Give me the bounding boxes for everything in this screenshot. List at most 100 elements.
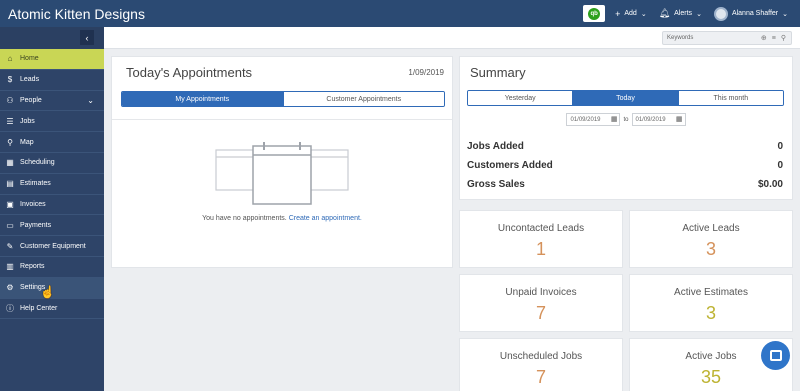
sidebar-item-people[interactable]: ⚇ People ⌄: [0, 91, 104, 112]
sidebar-item-home[interactable]: ⌂ Home: [0, 49, 104, 70]
date-from-field[interactable]: 01/09/2019 ▦: [566, 113, 621, 126]
people-icon: ⚇: [6, 95, 14, 105]
sidebar-item-label: People: [20, 96, 42, 104]
home-icon: ⌂: [7, 54, 13, 64]
calendar-icon: ▦: [6, 158, 14, 168]
stat-value: 1: [535, 239, 546, 259]
add-circle-icon[interactable]: ⊕: [761, 34, 767, 42]
create-appointment-link[interactable]: Create an appointment.: [289, 215, 362, 222]
search-input[interactable]: Keywords: [667, 35, 761, 41]
hand-cursor-icon: ☝: [40, 284, 55, 299]
quickbooks-button[interactable]: qb: [583, 5, 606, 22]
appointments-tabs: My Appointments Customer Appointments: [121, 91, 445, 107]
secondary-toolbar: Keywords ⊕ ≡ ⚲: [104, 27, 800, 49]
stat-label: Unpaid Invoices: [505, 287, 577, 298]
stat-value: 7: [535, 367, 546, 387]
empty-calendar-illustration: [215, 142, 349, 205]
summary-row-value: 0: [777, 160, 783, 171]
date-to-field[interactable]: 01/09/2019 ▦: [631, 113, 686, 126]
stat-label: Unscheduled Jobs: [499, 351, 583, 362]
alerts-menu[interactable]: 🔔︎ Alerts ⌄: [659, 8, 702, 19]
info-icon: ⓘ: [6, 303, 14, 313]
bar-chart-icon: ▥: [6, 262, 14, 272]
alerts-label: Alerts: [674, 10, 693, 17]
user-menu[interactable]: Alanna Shaffer ⌄: [713, 6, 788, 21]
sidebar-item-reports[interactable]: ▥ Reports: [0, 257, 104, 278]
stat-active-estimates[interactable]: Active Estimates 3: [629, 274, 793, 332]
quickbooks-icon: qb: [588, 7, 601, 20]
stat-active-leads[interactable]: Active Leads 3: [629, 210, 793, 268]
stat-uncontacted-leads[interactable]: Uncontacted Leads 1: [459, 210, 623, 268]
credit-card-icon: ▭: [6, 220, 14, 230]
bell-icon: 🔔︎: [658, 8, 671, 18]
summary-card: Summary Yesterday Today This month 01/09…: [459, 56, 793, 200]
appointments-card: Today's Appointments 1/09/2019 My Appoin…: [111, 56, 453, 268]
top-bar: Atomic Kitten Designs qb + Add ⌄ 🔔︎ Aler…: [0, 0, 800, 27]
summary-row-value: $0.00: [757, 179, 783, 190]
user-name: Alanna Shaffer: [731, 10, 779, 17]
summary-row-label: Jobs Added: [467, 141, 524, 152]
summary-row-value: 0: [777, 141, 783, 152]
search-icon[interactable]: ⚲: [781, 34, 786, 42]
sidebar-item-customer-equipment[interactable]: ✎ Customer Equipment: [0, 236, 104, 257]
sidebar-item-map[interactable]: ⚲ Map: [0, 132, 104, 153]
dollar-icon: $: [7, 75, 13, 85]
summary-title: Summary: [470, 65, 526, 80]
sidebar-item-label: Invoices: [20, 200, 46, 208]
summary-range-tabs: Yesterday Today This month: [467, 90, 784, 106]
calendar-icon[interactable]: ▦: [611, 115, 618, 123]
chat-icon: [769, 350, 782, 361]
stat-label: Active Leads: [682, 223, 740, 234]
sidebar-item-label: Scheduling: [20, 159, 55, 167]
collapse-sidebar-button[interactable]: ‹: [80, 30, 94, 45]
sidebar-item-label: Estimates: [20, 180, 51, 188]
sidebar-item-settings[interactable]: ⚙ Settings ☝: [0, 277, 104, 299]
sidebar-item-invoices[interactable]: ▣ Invoices: [0, 195, 104, 216]
stat-unpaid-invoices[interactable]: Unpaid Invoices 7: [459, 274, 623, 332]
sidebar-item-scheduling[interactable]: ▦ Scheduling: [0, 153, 104, 174]
brand-name[interactable]: Atomic Kitten Designs: [0, 6, 300, 22]
tab-today[interactable]: Today: [572, 91, 678, 105]
keyword-search[interactable]: Keywords ⊕ ≡ ⚲: [662, 31, 792, 45]
add-label: Add: [624, 10, 637, 17]
sidebar-item-jobs[interactable]: ☰ Jobs: [0, 111, 104, 133]
calendar-icon[interactable]: ▦: [676, 115, 683, 123]
appointments-date: 1/09/2019: [408, 68, 444, 77]
wrench-icon: ✎: [6, 241, 14, 251]
summary-row-gross-sales: Gross Sales $0.00: [467, 179, 783, 190]
date-range: 01/09/2019 ▦ to 01/09/2019 ▦: [460, 113, 792, 126]
stat-value: 35: [700, 367, 722, 387]
tab-this-month[interactable]: This month: [677, 91, 783, 105]
sidebar-item-leads[interactable]: $ Leads: [0, 70, 104, 91]
sidebar-item-label: Payments: [20, 221, 52, 229]
sidebar-item-payments[interactable]: ▭ Payments: [0, 215, 104, 237]
avatar: [713, 6, 728, 21]
calculator-icon: ▤: [6, 179, 14, 189]
date-to-value: 01/09/2019: [635, 116, 666, 123]
gear-icon: ⚙: [6, 283, 14, 293]
map-pin-icon: ⚲: [7, 137, 13, 147]
tab-yesterday[interactable]: Yesterday: [468, 91, 573, 105]
add-menu[interactable]: + Add ⌄: [615, 9, 647, 19]
empty-text: You have no appointments.: [202, 215, 287, 222]
stat-unscheduled-jobs[interactable]: Unscheduled Jobs 7: [459, 338, 623, 391]
invoice-icon: ▣: [6, 199, 14, 209]
plus-icon: +: [615, 8, 621, 19]
chevron-down-icon: ⌄: [696, 10, 702, 18]
chat-launcher-button[interactable]: [761, 341, 790, 370]
filter-icon[interactable]: ≡: [772, 35, 776, 42]
date-from-value: 01/09/2019: [570, 116, 601, 123]
tab-my-appointments[interactable]: My Appointments: [122, 92, 283, 106]
sidebar-item-label: Map: [20, 138, 34, 146]
sidebar-item-estimates[interactable]: ▤ Estimates: [0, 174, 104, 195]
sidebar-item-label: Reports: [20, 263, 45, 271]
chevron-down-icon: ⌄: [87, 95, 94, 105]
chevron-down-icon: ⌄: [640, 10, 647, 18]
tab-customer-appointments[interactable]: Customer Appointments: [282, 92, 444, 106]
stat-label: Active Estimates: [674, 287, 748, 298]
to-label: to: [623, 116, 629, 123]
appointments-title: Today's Appointments: [126, 65, 253, 80]
chevron-down-icon: ⌄: [782, 10, 788, 18]
sidebar-item-label: Jobs: [20, 117, 35, 125]
sidebar-item-help-center[interactable]: ⓘ Help Center: [0, 299, 104, 320]
